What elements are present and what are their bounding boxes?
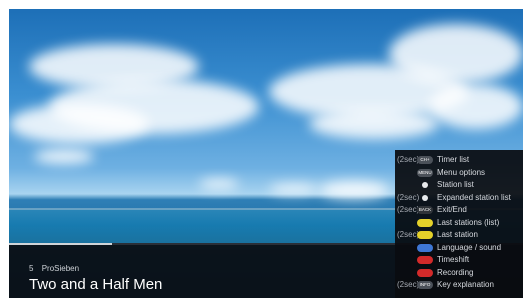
help-label: Menu options (437, 167, 486, 177)
cloud (319, 181, 389, 199)
help-row: (2sec) INFO Key explanation (395, 280, 523, 291)
tv-screen: 5 ProSieben Two and a Half Men (2sec) CH+… (9, 9, 523, 298)
color-key-icon (417, 218, 433, 227)
help-row: (2sec) Expanded station list (395, 193, 523, 204)
color-key-icon (417, 268, 433, 277)
channel-number: 5 (29, 264, 34, 273)
channel-info: 5 ProSieben (29, 264, 79, 273)
help-label: Timer list (437, 155, 470, 164)
hold-duration: (2sec) (397, 205, 420, 214)
help-row: MENU Menu options (395, 168, 523, 179)
help-label: Key explanation (437, 280, 494, 289)
cloud (199, 179, 239, 189)
key-help-panel: (2sec) CH+ Timer list MENU Menu options Stati… (395, 150, 523, 298)
hold-duration: (2sec) (397, 155, 420, 164)
help-row: Station list (395, 180, 523, 191)
color-key-icon (417, 256, 433, 264)
help-label: Exit/End (437, 205, 467, 214)
help-row: Timeshift (395, 255, 523, 266)
help-label: Recording (437, 267, 474, 277)
help-row: (2sec) CH+ Timer list (395, 155, 523, 166)
program-progress-fill (9, 243, 112, 245)
help-label: Last station (437, 230, 478, 239)
help-label: Station list (437, 180, 474, 189)
channel-name: ProSieben (41, 264, 80, 273)
help-row: Language / sound (395, 243, 523, 254)
color-key-icon (417, 243, 433, 252)
color-key-icon (417, 231, 433, 239)
help-label: Expanded station list (437, 192, 511, 202)
ok-key-icon (422, 194, 428, 201)
cloud (309, 109, 439, 139)
hold-duration: (2sec) (397, 280, 420, 289)
cloud (269, 184, 319, 194)
help-row: (2sec) Last station (395, 230, 523, 241)
remote-key-icon: INFO (417, 281, 433, 289)
hold-duration: (2sec) (397, 192, 420, 202)
hold-duration: (2sec) (397, 230, 420, 239)
cloud (429, 84, 523, 129)
help-row: (2sec) BACK Exit/End (395, 205, 523, 216)
help-row: Recording (395, 268, 523, 279)
help-label: Last stations (list) (437, 217, 500, 227)
cloud (389, 24, 523, 84)
program-title: Two and a Half Men (29, 276, 163, 293)
help-row: Last stations (list) (395, 218, 523, 229)
cloud (34, 149, 94, 164)
remote-key-icon: CH+ (417, 156, 433, 164)
ok-key-icon (422, 182, 428, 188)
cloud (9, 104, 149, 144)
help-label: Timeshift (437, 255, 470, 264)
help-label: Language / sound (437, 242, 502, 252)
remote-key-icon: BACK (417, 206, 433, 214)
remote-key-icon: MENU (417, 168, 433, 177)
